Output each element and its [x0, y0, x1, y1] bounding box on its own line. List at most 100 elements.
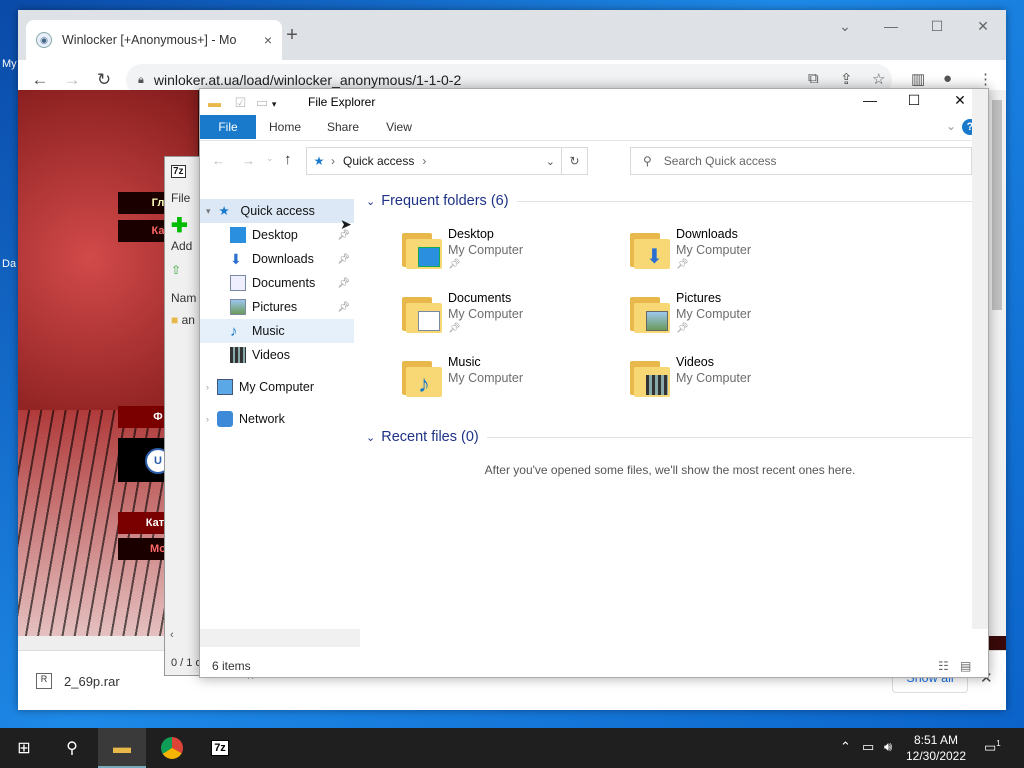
frequent-folders-header[interactable]: ⌄ Frequent folders (6) — [366, 193, 976, 209]
chrome-minimize-button[interactable]: — — [876, 18, 906, 34]
folder-icon — [630, 297, 670, 333]
tab-file[interactable]: File — [200, 115, 256, 139]
nav-my-computer[interactable]: › My Computer — [206, 375, 356, 399]
customize-chevron-icon[interactable]: ▾ — [272, 99, 277, 109]
tab-share[interactable]: Share — [320, 115, 366, 139]
properties-icon[interactable]: ☑ — [235, 95, 247, 110]
taskbar-search-button[interactable]: ⚲ — [48, 728, 96, 768]
tab-search-icon[interactable]: ⌄ — [830, 18, 860, 35]
nav-item-pictures[interactable]: Pictures 📌︎ — [230, 295, 354, 319]
lock-icon[interactable]: 🔒︎ — [138, 74, 144, 87]
status-bar-count: 6 items — [212, 659, 251, 673]
address-box[interactable]: ★ › Quick access › ⌄ ↻ — [306, 147, 588, 175]
address-crumb[interactable]: Quick access — [343, 154, 414, 168]
sevenzip-file-menu[interactable]: File — [171, 191, 190, 205]
quick-access-toolbar[interactable]: ▬ ☑ ▭ ▾ — [208, 95, 276, 111]
pin-icon: 📌︎ — [676, 259, 689, 270]
clock[interactable]: 8:51 AM 12/30/2022 — [902, 732, 970, 764]
new-tab-button[interactable]: + — [278, 24, 306, 47]
page-h-scrollbar[interactable] — [18, 636, 178, 650]
frequent-folders-title: Frequent folders (6) — [381, 193, 509, 209]
chevron-right-icon[interactable]: › — [206, 382, 209, 392]
taskbar-file-explorer[interactable]: ▬ — [98, 728, 146, 768]
tray-chevron-up-icon[interactable]: ⌃ — [840, 739, 851, 755]
address-dropdown-icon[interactable]: ⌄ — [546, 155, 555, 168]
folder-tile-documents[interactable]: Documents My Computer 📌︎ — [402, 291, 622, 351]
chrome-maximize-button[interactable]: ☐ — [922, 18, 952, 35]
folder-tile-videos[interactable]: Videos My Computer — [630, 355, 850, 415]
chevron-down-icon[interactable]: ▾ — [206, 206, 211, 217]
nav-item-documents[interactable]: Documents 📌︎ — [230, 271, 354, 295]
forward-button[interactable]: → — [58, 70, 86, 90]
folder-tile-desktop[interactable]: Desktop My Computer 📌︎ — [402, 227, 622, 287]
chevron-down-icon[interactable]: ⌄ — [366, 195, 375, 208]
back-button[interactable]: ← — [26, 70, 54, 90]
share-icon[interactable]: ⇪ — [840, 70, 853, 88]
tab-close-icon[interactable]: × — [264, 32, 272, 48]
page-scroll-thumb[interactable] — [992, 100, 1002, 310]
nav-quick-access[interactable]: ▾ ★ Quick access — [200, 199, 354, 223]
tab-home[interactable]: Home — [262, 115, 308, 139]
explorer-maximize-button[interactable]: ☐ — [894, 92, 934, 109]
chevron-right-icon[interactable]: › — [206, 414, 209, 424]
folder-tile-downloads[interactable]: ⬇ Downloads My Computer 📌︎ — [630, 227, 850, 287]
large-icons-view-icon[interactable]: ▤ — [960, 659, 971, 673]
side-panel-icon[interactable]: ▥ — [911, 70, 925, 88]
content-scrollbar[interactable] — [972, 89, 988, 629]
sevenzip-up-icon[interactable]: ⇧ — [171, 263, 181, 277]
desktop-label-my[interactable]: My — [2, 58, 17, 70]
explorer-back-icon[interactable]: ← — [212, 153, 225, 168]
translate-icon[interactable]: ⧉ — [808, 70, 819, 87]
taskbar-7zip[interactable]: 7z — [196, 728, 244, 768]
folder-location: My Computer — [448, 307, 524, 321]
windows-logo-icon: ⊞ — [17, 740, 31, 757]
folder-name: Music — [448, 355, 481, 369]
file-explorer-window: ▬ ☑ ▭ ▾ File Explorer — ☐ ✕ File Home Sh… — [170, 88, 989, 678]
network-tray-icon[interactable]: ▭ — [862, 739, 874, 755]
clock-date: 12/30/2022 — [905, 749, 967, 763]
explorer-minimize-button[interactable]: — — [850, 92, 890, 108]
menu-kebab-icon[interactable]: ⋮ — [978, 70, 993, 88]
folder-location: My Computer — [676, 243, 752, 257]
new-folder-icon[interactable]: ▭ — [256, 95, 268, 110]
chevron-right-icon[interactable]: › — [331, 154, 335, 168]
sevenzip-file-row[interactable]: ■ an — [171, 313, 195, 327]
scroll-left-icon[interactable]: ‹ — [170, 629, 174, 641]
up-level-icon[interactable]: ↑ — [284, 151, 292, 168]
page-scrollbar[interactable] — [988, 90, 1006, 636]
profile-avatar-icon[interactable]: ● — [943, 70, 952, 87]
browser-tab[interactable]: ◉ Winlocker [+Anonymous+] - Мо × — [26, 20, 282, 60]
details-view-icon[interactable]: ☷ — [938, 659, 949, 673]
tab-view[interactable]: View — [376, 115, 422, 139]
nav-network[interactable]: › Network — [206, 407, 356, 431]
bookmark-star-icon[interactable]: ☆ — [872, 70, 885, 88]
nav-item-downloads[interactable]: ⬇ Downloads 📌︎ — [230, 247, 354, 271]
expand-ribbon-icon[interactable]: ⌄ — [946, 119, 956, 133]
chevron-right-icon[interactable]: › — [422, 154, 426, 168]
url-text: winloker.at.ua/load/winlocker_anonymous/… — [153, 72, 462, 88]
chevron-down-icon[interactable]: ⌄ — [366, 431, 375, 444]
reload-button[interactable]: ↻ — [90, 70, 118, 90]
start-button[interactable]: ⊞ — [0, 728, 48, 768]
notification-icon[interactable]: ▭1 — [984, 739, 1001, 755]
sevenzip-add-icon[interactable]: ✚ — [171, 213, 188, 238]
nav-item-music[interactable]: ♪ Music — [200, 319, 354, 343]
recent-files-header[interactable]: ⌄ Recent files (0) — [366, 429, 976, 445]
recent-locations-icon[interactable]: ⌄ — [266, 153, 274, 164]
folder-name: Desktop — [448, 227, 494, 241]
nav-item-desktop[interactable]: Desktop 📌︎ — [230, 223, 354, 247]
folder-tile-pictures[interactable]: Pictures My Computer 📌︎ — [630, 291, 850, 351]
volume-icon[interactable]: 🔊︎ — [884, 739, 892, 755]
desktop-label-da[interactable]: Da — [2, 258, 16, 270]
sevenzip-window[interactable]: 7z File ✚ Add ⇧ Nam ■ an 0 / 1 o — [164, 156, 204, 676]
folder-tile-music[interactable]: ♪ Music My Computer — [402, 355, 622, 415]
explorer-forward-icon[interactable]: → — [242, 153, 255, 168]
sevenzip-name-column[interactable]: Nam — [171, 291, 196, 305]
refresh-icon[interactable]: ↻ — [561, 148, 587, 174]
pin-icon: 📌︎ — [337, 253, 350, 265]
search-box[interactable]: ⚲ Search Quick access — [630, 147, 972, 175]
nav-item-videos[interactable]: Videos — [230, 343, 354, 367]
taskbar-chrome[interactable] — [148, 728, 196, 768]
chrome-close-button[interactable]: ✕ — [968, 18, 998, 35]
nav-h-scrollbar[interactable]: ‹ — [170, 629, 360, 647]
